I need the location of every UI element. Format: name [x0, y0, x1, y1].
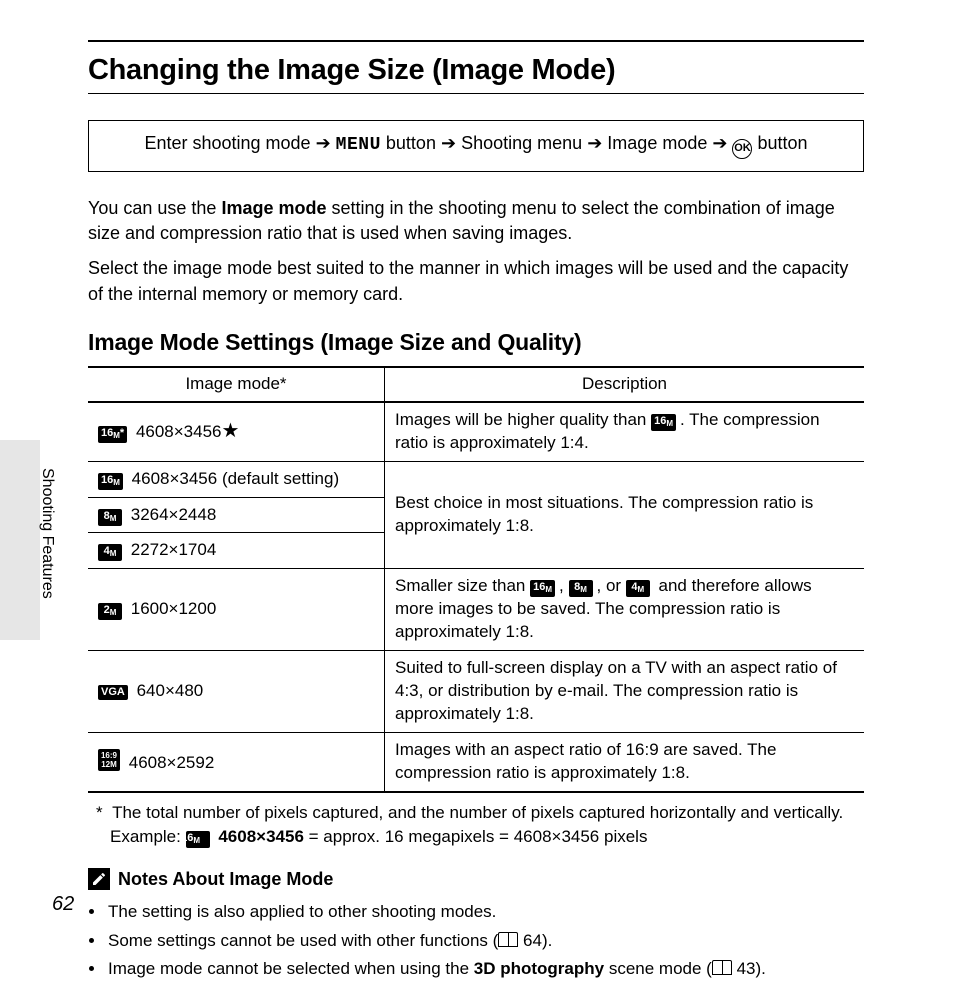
table-row: VGA 640×480 Suited to full-screen displa… — [88, 651, 864, 733]
table-row: 16M* 4608×3456★ Images will be higher qu… — [88, 402, 864, 461]
ok-button-icon: OK — [732, 139, 752, 159]
page-title: Changing the Image Size (Image Mode) — [88, 54, 864, 87]
intro-paragraph-1: You can use the Image mode setting in th… — [88, 196, 864, 246]
menu-button-label: MENU — [336, 135, 381, 155]
table-desc-group: Best choice in most situations. The comp… — [385, 461, 865, 569]
mode-icon-16-9: 16:912M — [98, 749, 120, 771]
nav-step-1: Enter shooting mode — [144, 133, 310, 153]
arrow-icon: ➔ — [712, 133, 727, 153]
arrow-icon: ➔ — [587, 133, 602, 153]
table-row: 16M 4608×3456 (default setting) Best cho… — [88, 461, 864, 497]
intro-paragraph-2: Select the image mode best suited to the… — [88, 256, 864, 306]
mode-icon-16m-star: 16M* — [98, 426, 127, 443]
page-number: 62 — [52, 893, 74, 916]
mode-icon-2m: 2M — [98, 603, 122, 620]
mode-icon-4m: 4M — [626, 580, 650, 597]
table-header-desc: Description — [385, 367, 865, 402]
mode-icon-16m: 16M — [186, 831, 210, 848]
title-underline — [88, 93, 864, 94]
mode-icon-8m: 8M — [98, 509, 122, 526]
list-item: Some settings cannot be used with other … — [106, 927, 864, 955]
arrow-icon: ➔ — [441, 133, 456, 153]
navigation-path-box: Enter shooting mode ➔ MENU button ➔ Shoo… — [88, 120, 864, 172]
mode-icon-16m: 16M — [530, 580, 555, 597]
nav-text: button — [758, 133, 808, 153]
top-rule — [88, 40, 864, 42]
list-item: Image mode cannot be selected when using… — [106, 955, 864, 983]
arrow-icon: ➔ — [316, 133, 331, 153]
image-mode-table: Image mode* Description 16M* 4608×3456★ … — [88, 366, 864, 793]
table-row: 2M 1600×1200 Smaller size than 16M, 8M, … — [88, 569, 864, 651]
table-row: 16:912M 4608×2592 Images with an aspect … — [88, 733, 864, 792]
note-pencil-icon — [88, 868, 110, 890]
mode-icon-8m: 8M — [569, 580, 593, 597]
mode-icon-16m: 16M — [651, 414, 676, 431]
mode-icon-4m: 4M — [98, 544, 122, 561]
page-ref-icon — [498, 932, 518, 947]
mode-icon-vga: VGA — [98, 685, 128, 700]
footnote: * The total number of pixels captured, a… — [96, 801, 864, 849]
nav-step-4: Image mode — [607, 133, 707, 153]
nav-step-3: Shooting menu — [461, 133, 582, 153]
nav-text: button — [386, 133, 436, 153]
notes-heading: Notes About Image Mode — [88, 868, 864, 890]
mode-icon-16m: 16M — [98, 473, 123, 490]
section-heading: Image Mode Settings (Image Size and Qual… — [88, 329, 864, 356]
notes-list: The setting is also applied to other sho… — [88, 898, 864, 982]
page-ref-icon — [712, 960, 732, 975]
list-item: The setting is also applied to other sho… — [106, 898, 864, 926]
table-header-mode: Image mode* — [88, 367, 385, 402]
